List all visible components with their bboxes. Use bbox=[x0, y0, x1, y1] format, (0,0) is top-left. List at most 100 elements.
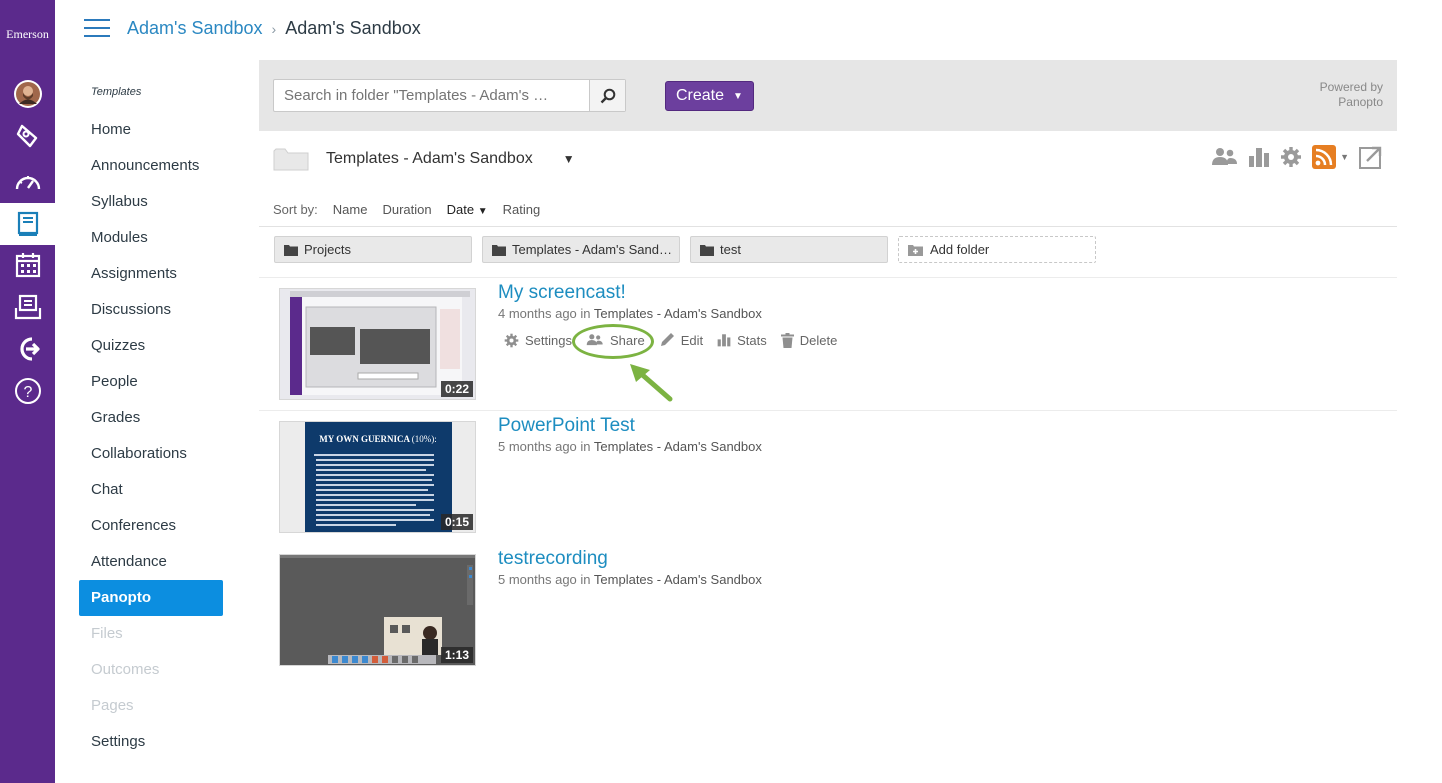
settings-action-label: Settings bbox=[525, 332, 572, 348]
folder-settings-button[interactable] bbox=[1280, 146, 1302, 168]
session-folder-link[interactable]: Templates - Adam's Sandbox bbox=[594, 439, 762, 454]
admin-nav-item[interactable] bbox=[0, 115, 55, 157]
open-in-panopto-button[interactable] bbox=[1359, 145, 1383, 169]
course-nav-outcomes[interactable]: Outcomes bbox=[79, 652, 223, 688]
commons-icon bbox=[19, 337, 40, 361]
folder-dropdown-icon[interactable]: ▼ bbox=[563, 152, 575, 166]
session-title[interactable]: PowerPoint Test bbox=[498, 415, 635, 437]
subfolder-chip[interactable]: Projects bbox=[274, 236, 472, 263]
course-nav-collaborations[interactable]: Collaborations bbox=[79, 436, 223, 472]
pencil-icon bbox=[660, 333, 674, 346]
people-icon bbox=[1212, 148, 1238, 165]
divider bbox=[259, 226, 1397, 227]
course-nav-people[interactable]: People bbox=[79, 364, 223, 400]
session-age: 5 months ago in bbox=[498, 572, 591, 587]
sort-by-name[interactable]: Name bbox=[333, 202, 368, 217]
calendar-nav-item[interactable] bbox=[0, 244, 55, 286]
stats-action[interactable]: Stats bbox=[717, 333, 767, 348]
add-folder-button[interactable]: Add folder bbox=[898, 236, 1096, 263]
folder-tools: ▼ bbox=[1202, 145, 1383, 169]
course-nav-assignments[interactable]: Assignments bbox=[79, 256, 223, 292]
breadcrumb-course-link[interactable]: Adam's Sandbox bbox=[127, 18, 263, 39]
session-folder-link[interactable]: Templates - Adam's Sandbox bbox=[594, 306, 762, 321]
subfolder-list: Projects Templates - Adam's Sand… test A… bbox=[274, 236, 1106, 263]
course-nav-settings[interactable]: Settings bbox=[79, 724, 223, 760]
subfolder-chip[interactable]: test bbox=[690, 236, 888, 263]
hamburger-menu-icon[interactable] bbox=[84, 19, 110, 39]
subfolder-label: Templates - Adam's Sand… bbox=[512, 242, 672, 257]
session-title[interactable]: My screencast! bbox=[498, 282, 626, 304]
course-nav-syllabus[interactable]: Syllabus bbox=[79, 184, 223, 220]
annotation-arrow-icon bbox=[630, 364, 673, 402]
breadcrumb-current: Adam's Sandbox bbox=[285, 18, 421, 38]
search-button[interactable] bbox=[589, 80, 625, 111]
sort-by-rating[interactable]: Rating bbox=[503, 202, 541, 217]
calendar-icon bbox=[15, 253, 40, 278]
settings-action[interactable]: Settings bbox=[504, 333, 572, 348]
sort-by-date[interactable]: Date ▼ bbox=[447, 202, 488, 217]
course-nav-panopto[interactable]: Panopto bbox=[79, 580, 223, 616]
folder-icon bbox=[284, 244, 298, 256]
course-nav-conferences[interactable]: Conferences bbox=[79, 508, 223, 544]
course-nav-quizzes[interactable]: Quizzes bbox=[79, 328, 223, 364]
session-meta: 5 months ago in Templates - Adam's Sandb… bbox=[498, 572, 762, 587]
folder-selector[interactable]: Templates - Adam's Sandbox ▼ bbox=[273, 147, 575, 171]
search-box bbox=[273, 79, 626, 112]
folder-icon bbox=[273, 148, 309, 171]
course-nav-modules[interactable]: Modules bbox=[79, 220, 223, 256]
avatar bbox=[13, 80, 42, 108]
delete-action[interactable]: Delete bbox=[780, 332, 838, 348]
session-thumbnail[interactable]: MY OWN GUERNICA (10%): 0:15 bbox=[279, 421, 476, 533]
dashboard-nav-item[interactable] bbox=[0, 160, 55, 202]
breadcrumb-separator-icon: › bbox=[271, 20, 277, 37]
subfolder-chip[interactable]: Templates - Adam's Sand… bbox=[482, 236, 680, 263]
course-nav-attendance[interactable]: Attendance bbox=[79, 544, 223, 580]
inbox-nav-item[interactable] bbox=[0, 286, 55, 328]
create-button-label: Create bbox=[676, 87, 725, 104]
duration-badge: 1:13 bbox=[440, 647, 473, 663]
slide-thumbnail-title-suffix: (10%): bbox=[412, 434, 437, 444]
global-nav: Emerson ? bbox=[0, 0, 55, 783]
caret-down-icon: ▼ bbox=[733, 90, 743, 102]
folder-icon bbox=[700, 244, 714, 256]
bar-chart-icon bbox=[717, 334, 731, 347]
create-button[interactable]: Create ▼ bbox=[665, 81, 754, 111]
gear-icon bbox=[1281, 147, 1302, 167]
session-title[interactable]: testrecording bbox=[498, 548, 608, 570]
commons-nav-item[interactable] bbox=[0, 328, 55, 370]
help-icon: ? bbox=[14, 378, 41, 404]
course-nav-files[interactable]: Files bbox=[79, 616, 223, 652]
session-folder-link[interactable]: Templates - Adam's Sandbox bbox=[594, 572, 762, 587]
svg-text:?: ? bbox=[23, 384, 32, 401]
search-input[interactable] bbox=[274, 80, 590, 111]
delete-action-label: Delete bbox=[799, 332, 838, 348]
course-nav-discussions[interactable]: Discussions bbox=[79, 292, 223, 328]
edit-action[interactable]: Edit bbox=[659, 332, 703, 348]
panopto-frame: Create ▼ Powered by Panopto Templates - … bbox=[259, 60, 1397, 783]
brand-logo[interactable]: Emerson bbox=[0, 27, 55, 42]
sort-desc-icon: ▼ bbox=[477, 206, 488, 217]
powered-by-line2: Panopto bbox=[1338, 95, 1383, 109]
rss-icon bbox=[1312, 145, 1337, 169]
course-nav-chat[interactable]: Chat bbox=[79, 472, 223, 508]
course-nav-pages[interactable]: Pages bbox=[79, 688, 223, 724]
course-nav-grades[interactable]: Grades bbox=[79, 400, 223, 436]
svg-text:MY OWN GUERNICA (10%):: MY OWN GUERNICA (10%): bbox=[319, 434, 436, 444]
course-nav-home[interactable]: Home bbox=[79, 112, 223, 148]
rss-dropdown-icon: ▼ bbox=[1340, 152, 1349, 162]
stats-button[interactable] bbox=[1248, 146, 1270, 168]
shield-icon bbox=[16, 124, 37, 148]
session-thumbnail[interactable]: 0:22 bbox=[279, 288, 476, 400]
rss-button[interactable]: ▼ bbox=[1312, 145, 1349, 169]
course-nav-announcements[interactable]: Announcements bbox=[79, 148, 223, 184]
session-thumbnail[interactable]: 1:13 bbox=[279, 554, 476, 666]
powered-by-panopto: Powered by Panopto bbox=[1320, 80, 1383, 110]
account-avatar[interactable] bbox=[0, 73, 55, 115]
session-row: 0:22 My screencast! 4 months ago in Temp… bbox=[259, 278, 1397, 411]
courses-nav-item[interactable] bbox=[0, 203, 55, 245]
help-nav-item[interactable]: ? bbox=[0, 370, 55, 412]
sort-by-duration[interactable]: Duration bbox=[382, 202, 431, 217]
add-folder-icon bbox=[908, 244, 923, 256]
breadcrumb: Adam's Sandbox › Adam's Sandbox bbox=[127, 18, 421, 39]
share-folder-button[interactable] bbox=[1212, 146, 1238, 168]
